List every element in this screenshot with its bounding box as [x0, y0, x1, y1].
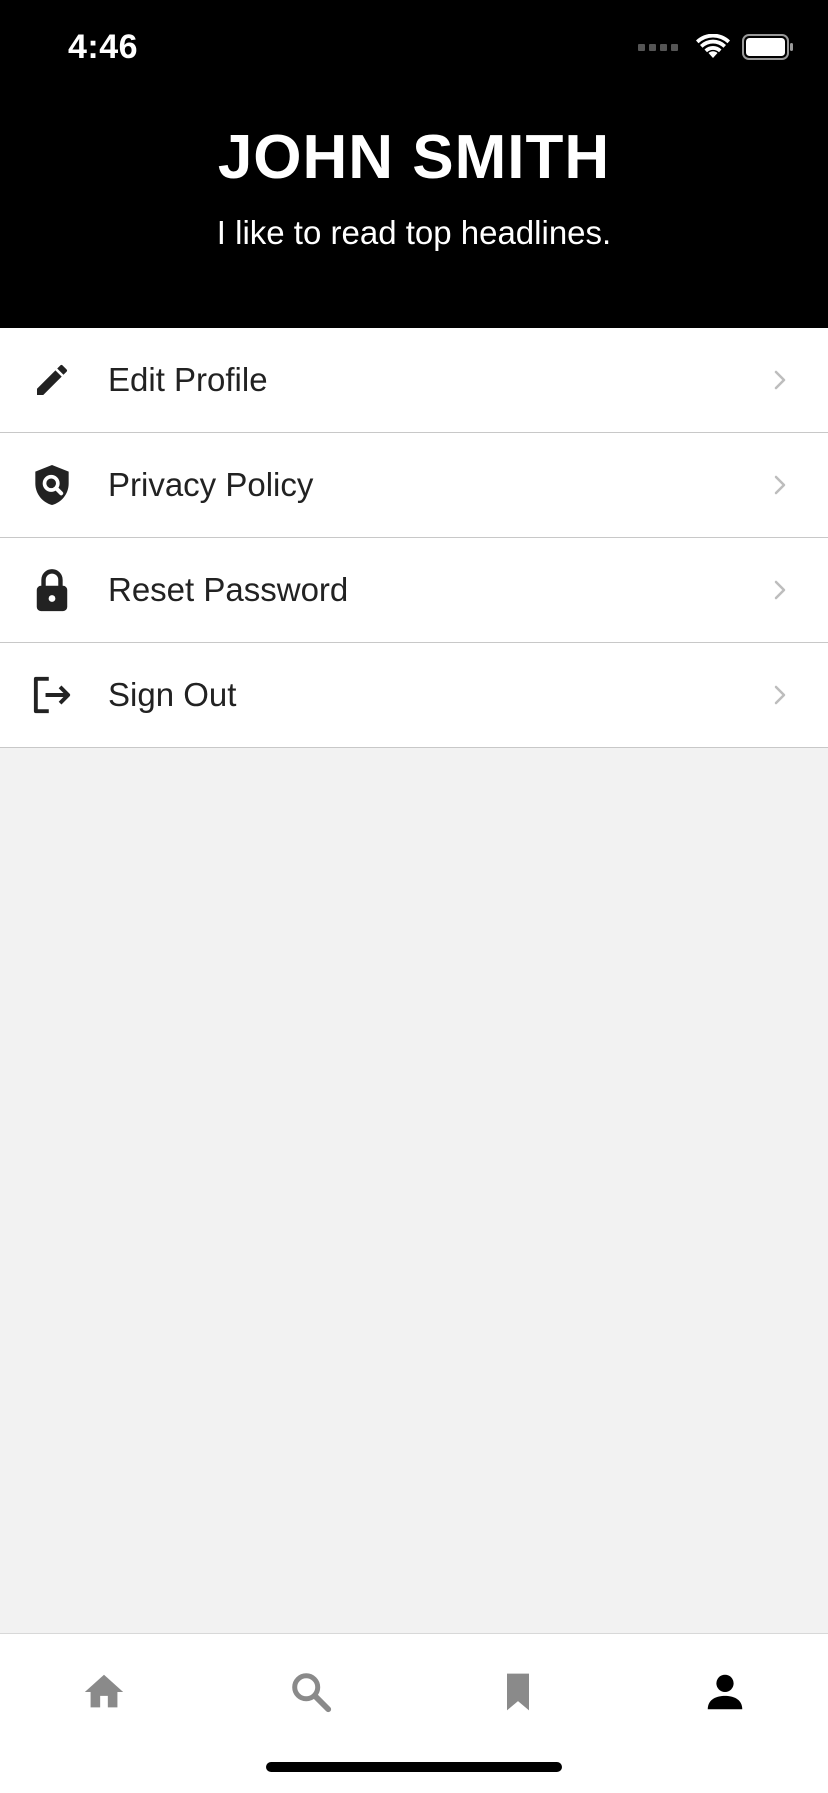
lock-icon [30, 568, 74, 612]
status-time: 4:46 [68, 28, 139, 66]
chevron-right-icon [774, 685, 786, 705]
shield-search-icon [30, 463, 74, 507]
chevron-right-icon [774, 475, 786, 495]
menu-item-sign-out[interactable]: Sign Out [0, 643, 828, 748]
profile-bio: I like to read top headlines. [216, 214, 612, 251]
home-indicator[interactable] [266, 1762, 562, 1772]
cellular-signal-icon [638, 43, 678, 51]
status-indicators [638, 34, 794, 60]
menu-item-privacy-policy[interactable]: Privacy Policy [0, 433, 828, 538]
menu-item-label: Sign Out [108, 676, 237, 713]
profile-header: 4:46 JOHN SMITH I like to read top headl… [0, 0, 828, 328]
wifi-icon [696, 34, 730, 58]
settings-menu: Edit Profile Privacy Policy Reset Passwo… [0, 328, 828, 748]
menu-item-reset-password[interactable]: Reset Password [0, 538, 828, 643]
menu-item-label: Edit Profile [108, 361, 268, 398]
chevron-right-icon [774, 370, 786, 390]
tab-search[interactable] [281, 1662, 341, 1722]
menu-item-label: Reset Password [108, 571, 349, 608]
home-icon [84, 1674, 124, 1708]
person-icon [707, 1674, 743, 1710]
logout-icon [30, 673, 74, 717]
profile-name: JOHN SMITH [217, 123, 611, 192]
chevron-right-icon [774, 580, 786, 600]
tab-bookmarks[interactable] [488, 1662, 548, 1722]
bookmark-icon [507, 1673, 529, 1711]
tab-home[interactable] [74, 1662, 134, 1722]
tab-profile[interactable] [695, 1662, 755, 1722]
menu-item-label: Privacy Policy [108, 466, 314, 503]
menu-item-edit-profile[interactable]: Edit Profile [0, 328, 828, 433]
battery-icon [742, 34, 793, 60]
pencil-icon [30, 358, 74, 402]
search-icon [292, 1673, 332, 1713]
